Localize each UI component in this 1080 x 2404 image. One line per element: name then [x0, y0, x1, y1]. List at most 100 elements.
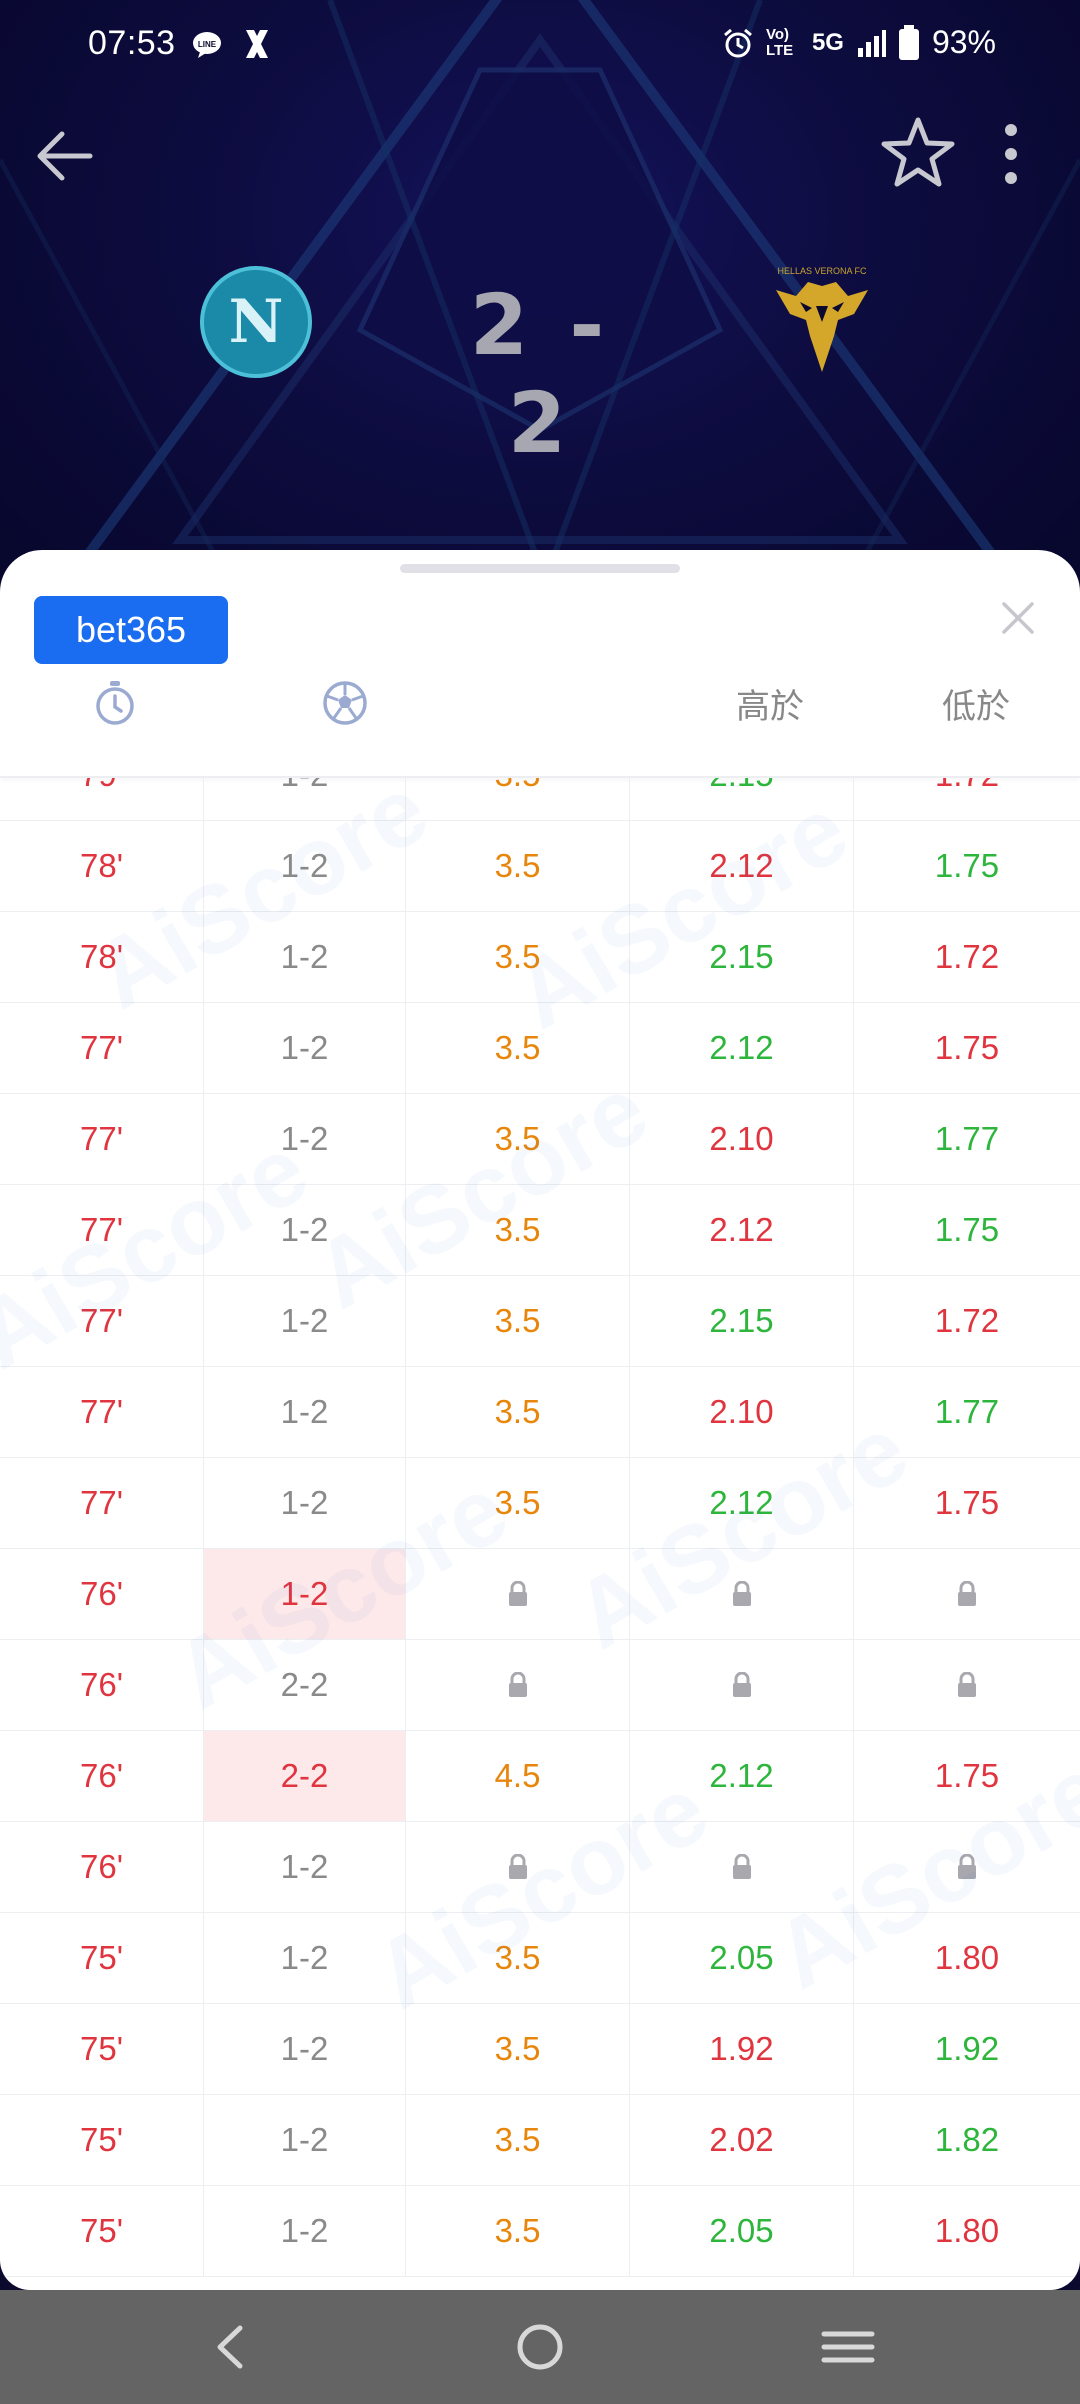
row-line: 3.5: [406, 1003, 630, 1093]
row-under-locked: [854, 1640, 1080, 1730]
status-indicators: Vo) LTE 5G 93%: [722, 24, 996, 61]
nav-home-icon[interactable]: [510, 2312, 570, 2382]
line-icon: LINE: [193, 32, 221, 58]
row-minute: 75': [0, 1913, 204, 2003]
odds-table[interactable]: 79'1-23.52.151.7278'1-23.52.121.7578'1-2…: [0, 778, 1080, 2290]
row-score: 1-2: [204, 912, 406, 1002]
lock-icon: [508, 1672, 527, 1697]
row-under-odds: 1.80: [934, 1939, 1000, 1976]
odds-row: 75' 1-2 3.5 2.05 1.80: [0, 2186, 1080, 2277]
row-minute: 78': [0, 821, 204, 911]
row-line: 3.5: [406, 821, 630, 911]
row-line: 3.5: [406, 912, 630, 1002]
row-over-odds: 2.12: [630, 821, 854, 911]
battery-percent: 93%: [931, 24, 996, 60]
row-over-odds: 2.12: [630, 1003, 854, 1093]
row-score: 1-2: [204, 1276, 406, 1366]
system-nav-bar: [0, 2290, 1080, 2404]
row-under-odds: 1.75: [934, 1029, 1000, 1066]
row-minute: 79': [0, 778, 204, 820]
odds-row: 78' 1-2 3.5 2.15 1.72: [0, 912, 1080, 1003]
stopwatch-icon: [96, 681, 134, 725]
odds-row: 75' 1-2 3.5 2.02 1.82: [0, 2095, 1080, 2186]
odds-row: 77' 1-2 3.5 2.15 1.72: [0, 1276, 1080, 1367]
row-score: 1-2: [204, 2186, 406, 2276]
match-score: 2 - 2: [469, 276, 611, 472]
away-team-logo[interactable]: HELLAS VERONA FC: [766, 262, 878, 382]
lock-icon: [732, 1854, 751, 1879]
favorite-star-icon[interactable]: [878, 112, 958, 192]
row-score: 1-2: [204, 821, 406, 911]
row-line: 3.5: [406, 1094, 630, 1184]
odds-rows: 79'1-23.52.151.7278'1-23.52.121.7578'1-2…: [0, 778, 1080, 2277]
row-over-odds: 2.12: [630, 1458, 854, 1548]
col-header-score: [230, 662, 460, 744]
bookmaker-badge[interactable]: bet365: [34, 596, 228, 664]
row-minute: 77': [0, 1276, 204, 1366]
row-line: 3.5: [406, 778, 630, 820]
row-under-odds: 1.72: [934, 938, 1000, 975]
odds-row: 75' 1-2 3.5 2.05 1.80: [0, 1913, 1080, 2004]
row-line: 3.5: [406, 1913, 630, 2003]
row-under-odds: 1.72: [934, 1302, 1000, 1339]
row-line-locked: [406, 1549, 630, 1639]
nav-recent-apps-icon[interactable]: [818, 2312, 878, 2382]
row-minute: 75': [0, 2186, 204, 2276]
odds-row: 76' 1-2: [0, 1822, 1080, 1913]
row-under-odds: 1.80: [934, 2212, 1000, 2249]
row-minute: 77': [0, 1003, 204, 1093]
row-over-odds: 2.15: [630, 778, 854, 820]
row-score: 1-2: [204, 1094, 406, 1184]
row-score: 1-2: [204, 2095, 406, 2185]
match-header: 07:53 LINE Vo) LTE 5G 93% N 2 - 2 HELLAS…: [0, 0, 1080, 620]
more-options-icon[interactable]: [986, 118, 1036, 198]
home-team-logo[interactable]: N: [200, 266, 312, 378]
close-icon[interactable]: [990, 590, 1046, 646]
row-minute: 77': [0, 1094, 204, 1184]
odds-row: 79'1-23.52.151.72: [0, 778, 1080, 821]
alarm-icon: [723, 28, 752, 57]
row-line: 3.5: [406, 1185, 630, 1275]
lock-icon: [732, 1581, 751, 1606]
status-bar: 07:53 LINE Vo) LTE 5G 93%: [0, 0, 1080, 90]
lock-icon: [958, 1672, 976, 1697]
row-minute: 77': [0, 1367, 204, 1457]
row-line-locked: [406, 1640, 630, 1730]
row-line: 3.5: [406, 1367, 630, 1457]
odds-row: 77' 1-2 3.5 2.12 1.75: [0, 1458, 1080, 1549]
signal-icon: [857, 29, 886, 57]
odds-row: 78' 1-2 3.5 2.12 1.75: [0, 821, 1080, 912]
row-under-odds: 1.75: [934, 1211, 1000, 1248]
row-minute: 78': [0, 912, 204, 1002]
row-score: 1-2: [204, 1822, 406, 1912]
row-minute: 76': [0, 1731, 204, 1821]
row-over-odds: 2.10: [630, 1094, 854, 1184]
row-minute: 76': [0, 1822, 204, 1912]
row-score: 1-2: [204, 1458, 406, 1548]
nav-back-icon[interactable]: [200, 2312, 260, 2382]
odds-row: 77' 1-2 3.5 2.12 1.75: [0, 1003, 1080, 1094]
row-score: 2-2: [204, 1731, 406, 1821]
row-line: 3.5: [406, 1458, 630, 1548]
row-score: 1-2: [204, 1185, 406, 1275]
back-arrow-icon[interactable]: [30, 118, 106, 194]
row-line: 3.5: [406, 1276, 630, 1366]
row-minute: 76': [0, 1549, 204, 1639]
row-line: 4.5: [406, 1731, 630, 1821]
lock-icon: [508, 1854, 527, 1879]
row-minute: 76': [0, 1640, 204, 1730]
row-line: 3.5: [406, 2186, 630, 2276]
x-app-icon: [246, 30, 268, 58]
row-over-odds: 2.15: [630, 912, 854, 1002]
row-over-odds: 1.92: [630, 2004, 854, 2094]
status-time: 07:53: [88, 24, 176, 62]
row-under-odds: 1.92: [934, 2030, 1000, 2067]
sheet-drag-handle[interactable]: [400, 564, 680, 573]
row-under-odds: 1.77: [934, 1393, 1000, 1430]
row-over-odds: 2.05: [630, 2186, 854, 2276]
volte-indicator: Vo) LTE: [765, 25, 794, 59]
row-under-odds: 1.75: [934, 1757, 1000, 1794]
network-indicator: 5G: [811, 28, 844, 56]
row-over-odds: 2.12: [630, 1185, 854, 1275]
row-score: 1-2: [204, 2004, 406, 2094]
